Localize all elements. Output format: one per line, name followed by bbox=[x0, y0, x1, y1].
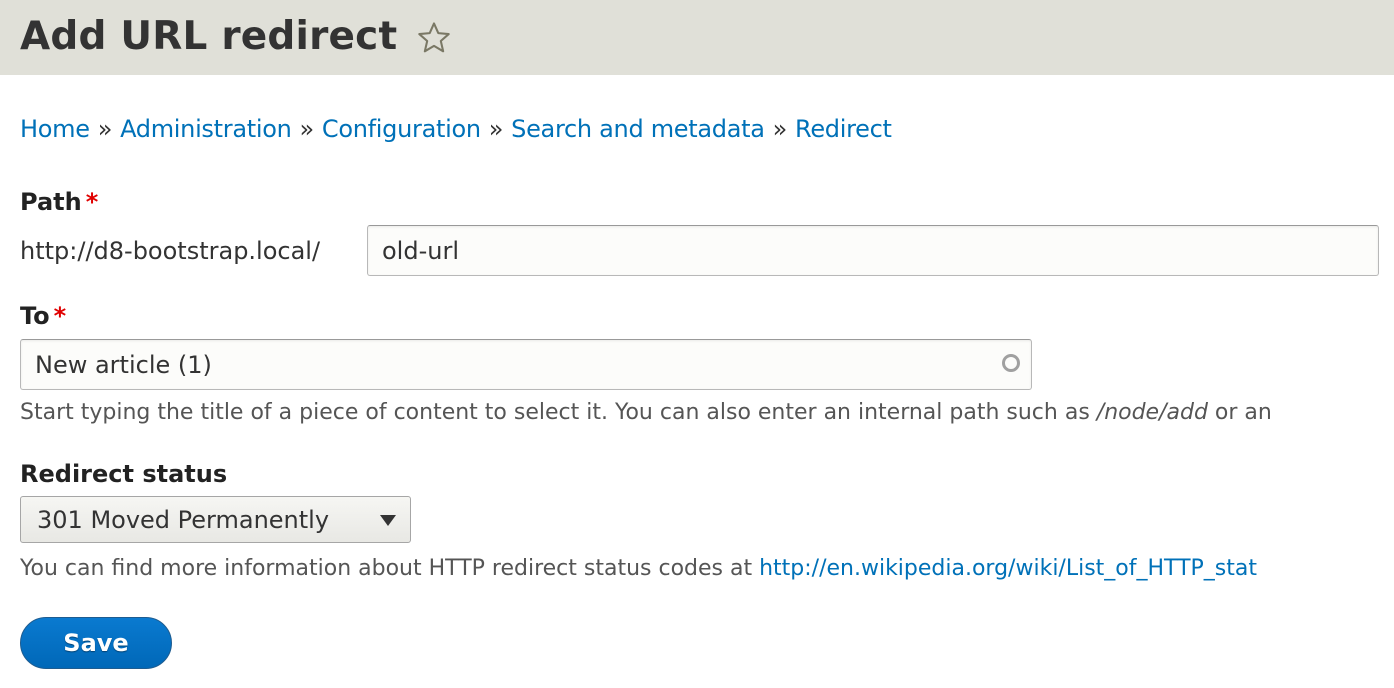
breadcrumb: Home» Administration» Configuration» Search… bbox=[20, 112, 892, 146]
path-input[interactable] bbox=[367, 225, 1379, 276]
to-label-text: To bbox=[20, 302, 50, 330]
breadcrumb-separator: » bbox=[488, 115, 504, 143]
redirect-status-description-text: You can find more information about HTTP… bbox=[20, 556, 760, 581]
page-title: Add URL redirect bbox=[20, 10, 453, 64]
to-label: To * bbox=[20, 301, 66, 331]
breadcrumb-configuration[interactable]: Configuration bbox=[322, 115, 481, 143]
wikipedia-status-codes-link[interactable]: http://en.wikipedia.org/wiki/List_of_HTT… bbox=[759, 556, 1257, 581]
path-prefix: http://d8-bootstrap.local/ bbox=[20, 237, 321, 265]
to-description-text: Start typing the title of a piece of con… bbox=[20, 400, 1097, 425]
to-description: Start typing the title of a piece of con… bbox=[20, 398, 1272, 428]
save-button[interactable]: Save bbox=[20, 617, 172, 669]
star-icon[interactable] bbox=[415, 18, 453, 56]
breadcrumb-separator: » bbox=[772, 115, 788, 143]
required-marker: * bbox=[53, 302, 67, 330]
redirect-status-select[interactable]: 301 Moved Permanently bbox=[20, 496, 411, 543]
path-label-text: Path bbox=[20, 188, 82, 216]
redirect-status-label: Redirect status bbox=[20, 460, 228, 488]
path-label: Path * bbox=[20, 187, 98, 217]
to-description-tail: or an bbox=[1207, 400, 1272, 425]
breadcrumb-separator: » bbox=[299, 115, 315, 143]
redirect-status-selected: 301 Moved Permanently bbox=[37, 505, 330, 534]
redirect-status-description: You can find more information about HTTP… bbox=[20, 554, 1257, 584]
chevron-down-icon bbox=[380, 515, 396, 526]
required-marker: * bbox=[85, 188, 99, 216]
breadcrumb-separator: » bbox=[97, 115, 113, 143]
breadcrumb-home[interactable]: Home bbox=[20, 115, 90, 143]
breadcrumb-redirect[interactable]: Redirect bbox=[795, 115, 892, 143]
breadcrumb-search-and-metadata[interactable]: Search and metadata bbox=[511, 115, 765, 143]
page-title-text: Add URL redirect bbox=[20, 14, 398, 59]
to-description-example-path: /node/add bbox=[1096, 400, 1208, 425]
page-header: Add URL redirect bbox=[0, 0, 1394, 75]
to-autocomplete-input[interactable] bbox=[20, 339, 1032, 390]
throbber-icon bbox=[1002, 354, 1020, 372]
breadcrumb-administration[interactable]: Administration bbox=[120, 115, 292, 143]
